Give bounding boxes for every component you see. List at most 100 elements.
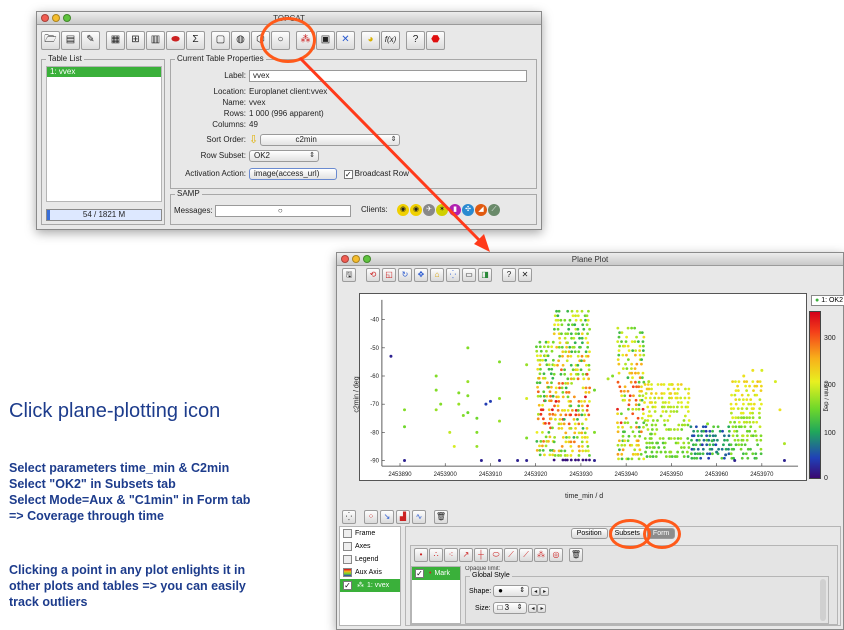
hierarchy-button[interactable]: ⊞ [126, 30, 145, 50]
data-point[interactable] [466, 380, 470, 384]
data-point[interactable] [549, 372, 553, 376]
data-point[interactable] [679, 396, 683, 400]
data-point[interactable] [538, 444, 541, 448]
data-point[interactable] [633, 448, 637, 452]
data-point[interactable] [626, 439, 630, 443]
data-point[interactable] [466, 411, 470, 415]
mode-linearfit-button[interactable]: ⟋ [519, 548, 533, 562]
data-point[interactable] [680, 401, 683, 404]
data-point[interactable] [742, 402, 745, 406]
data-point[interactable] [616, 425, 620, 429]
data-point[interactable] [566, 377, 570, 381]
data-point[interactable] [782, 442, 786, 446]
data-point[interactable] [553, 363, 556, 367]
data-point[interactable] [586, 318, 590, 322]
data-point[interactable] [536, 367, 540, 371]
data-point[interactable] [634, 371, 637, 375]
data-point[interactable] [584, 417, 588, 421]
data-point[interactable] [536, 385, 539, 389]
data-point[interactable] [676, 383, 680, 386]
data-point[interactable] [739, 425, 743, 429]
data-point[interactable] [745, 416, 749, 420]
data-point[interactable] [636, 340, 640, 344]
data-point[interactable] [623, 439, 627, 443]
data-point[interactable] [558, 417, 562, 421]
data-point[interactable] [638, 349, 642, 353]
data-point[interactable] [689, 425, 693, 429]
data-point[interactable] [564, 440, 568, 444]
data-point[interactable] [686, 437, 690, 440]
data-point[interactable] [734, 443, 738, 447]
data-point[interactable] [732, 447, 736, 451]
data-point[interactable] [627, 403, 631, 407]
data-point[interactable] [584, 386, 588, 390]
data-point[interactable] [553, 454, 557, 457]
data-point[interactable] [620, 457, 624, 461]
data-point[interactable] [673, 428, 676, 431]
data-point[interactable] [708, 452, 712, 456]
data-point[interactable] [577, 404, 581, 408]
data-point[interactable] [574, 413, 578, 417]
data-point[interactable] [708, 434, 712, 438]
replot-button[interactable]: ⟲ [366, 268, 380, 282]
data-point[interactable] [549, 417, 553, 421]
data-point[interactable] [557, 359, 561, 363]
data-point[interactable] [563, 372, 567, 376]
data-point[interactable] [668, 455, 672, 458]
layer-item-aux-axis[interactable]: Aux Axis [340, 566, 400, 579]
data-point[interactable] [475, 444, 479, 448]
data-point[interactable] [727, 429, 731, 433]
data-point[interactable] [782, 459, 786, 462]
data-point[interactable] [564, 350, 568, 354]
data-point[interactable] [778, 408, 782, 412]
data-point[interactable] [676, 401, 680, 404]
data-point[interactable] [579, 345, 582, 349]
data-point[interactable] [647, 387, 651, 391]
data-point[interactable] [623, 421, 627, 425]
data-point[interactable] [682, 446, 686, 449]
data-point[interactable] [557, 395, 560, 399]
data-point[interactable] [623, 344, 627, 348]
data-point[interactable] [669, 405, 673, 409]
data-point[interactable] [592, 459, 596, 462]
data-point[interactable] [756, 443, 760, 447]
data-point[interactable] [751, 368, 755, 372]
data-point[interactable] [662, 392, 666, 395]
data-point[interactable] [538, 363, 542, 367]
form-item-mark[interactable]: ✓ • Mark [412, 567, 460, 580]
data-point[interactable] [732, 407, 736, 411]
data-point[interactable] [666, 419, 670, 422]
data-point[interactable] [565, 436, 568, 439]
data-point[interactable] [560, 445, 564, 448]
data-point[interactable] [643, 383, 647, 386]
data-point[interactable] [479, 459, 483, 462]
data-point[interactable] [581, 427, 585, 430]
data-point[interactable] [646, 405, 650, 409]
form-scrollbar[interactable] [820, 579, 826, 621]
data-point[interactable] [621, 353, 625, 357]
data-point[interactable] [539, 349, 543, 353]
data-point[interactable] [584, 336, 588, 340]
data-point[interactable] [561, 395, 565, 399]
data-point[interactable] [647, 414, 650, 418]
data-point[interactable] [621, 367, 625, 371]
mode-label-button[interactable]: ⁂ [534, 548, 548, 562]
data-point[interactable] [580, 404, 584, 408]
data-point[interactable] [617, 335, 621, 339]
data-point[interactable] [689, 452, 693, 456]
data-point[interactable] [715, 438, 719, 442]
data-point[interactable] [551, 376, 555, 380]
data-point[interactable] [566, 341, 569, 345]
data-point[interactable] [759, 402, 763, 406]
data-point[interactable] [617, 371, 621, 375]
samp-client-plugin-icon[interactable]: ⟋ [488, 204, 500, 216]
data-point[interactable] [550, 367, 554, 371]
data-point[interactable] [642, 457, 646, 461]
rescale-button[interactable]: ◱ [382, 268, 396, 282]
data-point[interactable] [695, 456, 699, 460]
data-point[interactable] [620, 340, 623, 344]
data-point[interactable] [623, 398, 627, 402]
data-point[interactable] [749, 402, 753, 406]
data-point[interactable] [541, 430, 544, 434]
data-point[interactable] [542, 345, 546, 349]
